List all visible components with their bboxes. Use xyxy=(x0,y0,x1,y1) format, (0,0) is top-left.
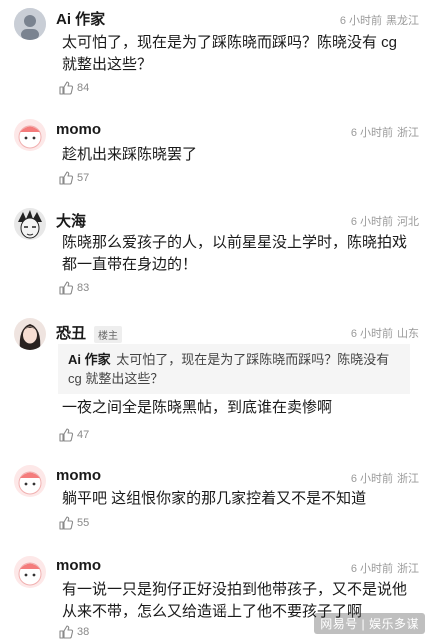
kongchou-avatar-icon xyxy=(14,318,46,350)
comment-author[interactable]: momo xyxy=(56,557,101,574)
momo-avatar-icon xyxy=(14,119,46,151)
watermark: 网易号 | 娱乐多谋 xyxy=(314,613,425,634)
op-badge: 楼主 xyxy=(94,326,122,343)
thumbs-up-icon xyxy=(59,171,74,185)
momo-avatar-icon xyxy=(14,465,46,497)
comment-time: 6 小时前 xyxy=(339,15,382,27)
avatar[interactable] xyxy=(14,318,46,350)
comment-meta: 6 小时前 浙江 xyxy=(351,560,419,576)
comment-meta: 6 小时前 浙江 xyxy=(351,470,419,486)
comment-location: 山东 xyxy=(397,328,419,340)
comment-time: 6 小时前 xyxy=(350,563,393,575)
comment-text: 一夜之间全是陈晓黑帖，到底谁在卖惨啊 xyxy=(62,399,333,416)
comment-text: 太可怕了，现在是为了踩陈晓而踩吗？陈晓没有 cg 就整出这些？ xyxy=(62,34,398,73)
comment-meta: 6 小时前 河北 xyxy=(351,213,419,229)
comment-meta: 6 小时前 黑龙江 xyxy=(340,12,419,28)
comment-text: 躺平吧 这组恨你家的那几家控着又不是不知道 xyxy=(62,490,367,507)
comment-location: 浙江 xyxy=(397,473,419,485)
comment-location: 浙江 xyxy=(397,127,419,139)
comment-author[interactable]: 大海 xyxy=(56,210,86,231)
thumbs-up-icon xyxy=(59,428,74,442)
ai-writer-avatar-icon xyxy=(14,8,46,40)
comment-location: 浙江 xyxy=(397,563,419,575)
comment-text: 陈晓那么爱孩子的人，以前星星没上学时，陈晓拍戏都一直带在身边的！ xyxy=(62,234,408,273)
comment-time: 6 小时前 xyxy=(350,216,393,228)
quoted-author[interactable]: Ai 作家 xyxy=(68,352,111,367)
comment-location: 河北 xyxy=(397,216,419,228)
comment-time: 6 小时前 xyxy=(350,473,393,485)
comment-meta: 6 小时前 山东 xyxy=(351,325,419,341)
like-count: 55 xyxy=(77,517,90,529)
comment-time: 6 小时前 xyxy=(350,328,393,340)
avatar[interactable] xyxy=(14,8,46,40)
like-count: 57 xyxy=(77,172,90,184)
comment-meta: 6 小时前 浙江 xyxy=(351,124,419,140)
comment-author[interactable]: momo xyxy=(56,121,101,138)
comment-author[interactable]: 恐丑 xyxy=(56,322,86,343)
thumbs-up-icon xyxy=(59,625,74,639)
avatar[interactable] xyxy=(14,556,46,588)
comment-author[interactable]: momo xyxy=(56,467,101,484)
like-count: 84 xyxy=(77,82,90,94)
thumbs-up-icon xyxy=(59,281,74,295)
momo-avatar-icon xyxy=(14,556,46,588)
like-button[interactable]: 84 xyxy=(58,80,89,96)
quoted-comment[interactable]: Ai 作家 太可怕了，现在是为了踩陈晓而踩吗？陈晓没有 cg 就整出这些？ xyxy=(58,344,410,394)
avatar[interactable] xyxy=(14,119,46,151)
avatar[interactable] xyxy=(14,465,46,497)
dahai-avatar-icon xyxy=(14,208,46,240)
like-button[interactable]: 57 xyxy=(58,170,89,186)
like-button[interactable]: 38 xyxy=(58,624,89,640)
comment-text: 趁机出来踩陈晓罢了 xyxy=(62,146,198,163)
thumbs-up-icon xyxy=(59,516,74,530)
like-count: 83 xyxy=(77,282,90,294)
comment-time: 6 小时前 xyxy=(350,127,393,139)
quoted-text: 太可怕了，现在是为了踩陈晓而踩吗？陈晓没有 cg 就整出这些？ xyxy=(68,352,390,386)
like-button[interactable]: 47 xyxy=(58,427,89,443)
comment-author[interactable]: Ai 作家 xyxy=(56,8,105,29)
comment-location: 黑龙江 xyxy=(386,15,419,27)
like-button[interactable]: 83 xyxy=(58,280,89,296)
like-count: 47 xyxy=(77,429,90,441)
thumbs-up-icon xyxy=(59,81,74,95)
like-count: 38 xyxy=(77,626,90,638)
avatar[interactable] xyxy=(14,208,46,240)
like-button[interactable]: 55 xyxy=(58,515,89,531)
